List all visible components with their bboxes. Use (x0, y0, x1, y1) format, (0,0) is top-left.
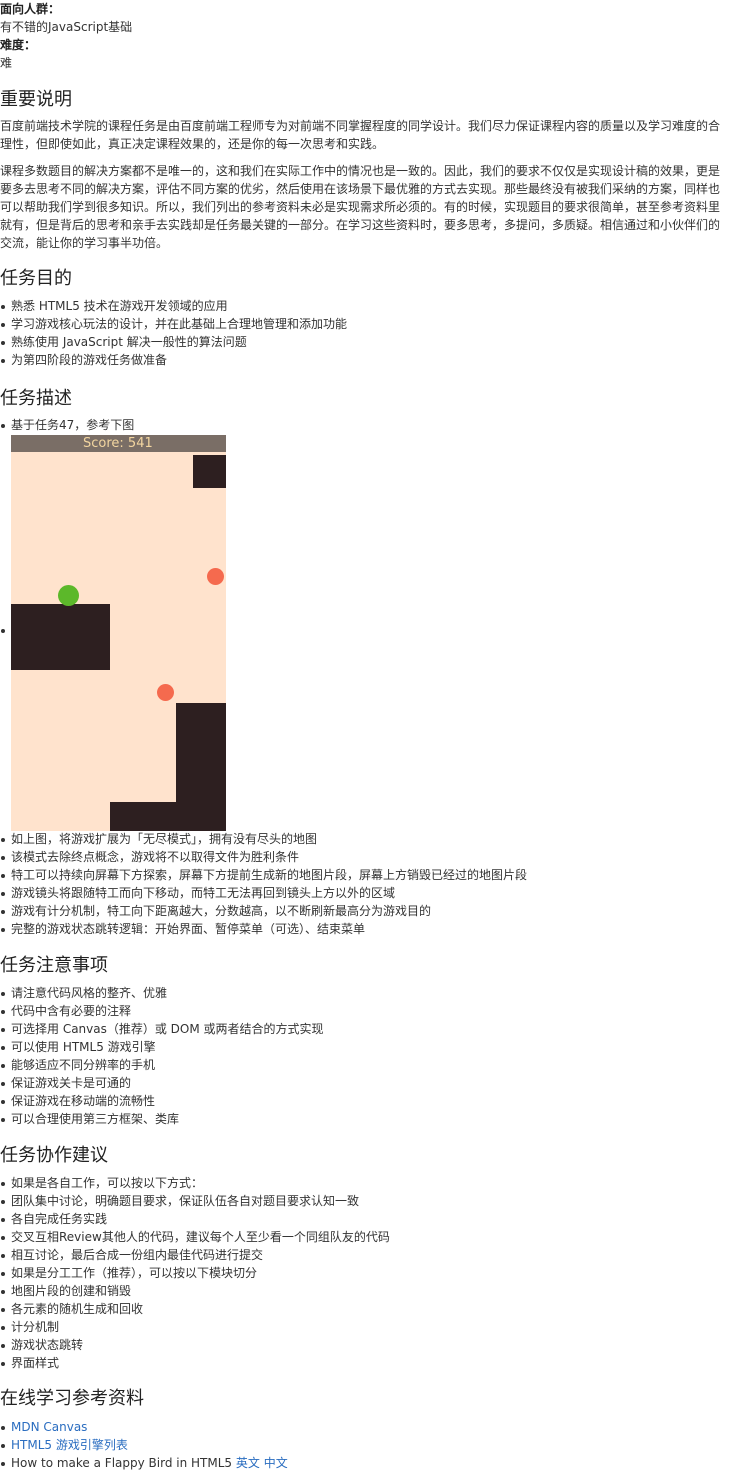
list-item: 保证游戏在移动端的流畅性 (0, 1092, 752, 1110)
task-page: 面向人群： 有不错的JavaScript基础 难度： 难 重要说明 百度前端技术… (0, 0, 752, 1472)
desc-section: 任务描述 (0, 388, 752, 410)
audience-value: 有不错的JavaScript基础 (0, 20, 133, 34)
text-line: 理性，但即使如此，真正决定课程效果的，还是你的每一次思考和实践。 (0, 137, 385, 151)
list-item: 熟练使用 JavaScript 解决一般性的算法问题 (0, 333, 752, 351)
list-item: 计分机制 (0, 1318, 752, 1336)
list-item: How to make a Flappy Bird in HTML5 英文 中文 (0, 1454, 752, 1472)
refs-list: MDN Canvas HTML5 游戏引擎列表 How to make a Fl… (0, 1418, 752, 1472)
flappy-bird-text: How to make a Flappy Bird in HTML5 (11, 1456, 236, 1470)
list-item: 各元素的随机生成和回收 (0, 1300, 752, 1318)
important-paragraph-1: 百度前端技术学院的课程任务是由百度前端工程师专为对前端不同掌握程度的同学设计。我… (0, 117, 752, 153)
wall-block (11, 604, 110, 670)
list-item: 交叉互相Review其他人的代码，建议每个人至少看一个同组队友的代码 (0, 1228, 752, 1246)
list-item: 基于任务47，参考下图 (0, 416, 752, 434)
important-section: 重要说明 (0, 89, 752, 111)
desc-list: 如上图，将游戏扩展为「无尽模式」，拥有没有尽头的地图 该模式去除终点概念，游戏将… (0, 830, 752, 938)
desc-title: 任务描述 (0, 388, 72, 409)
text-line: 就有，但是背后的思考和亲手去实践却是任务最关键的一部分。在学习这些资料时，要多思… (0, 218, 721, 232)
list-item: 相互讨论，最后合成一份组内最佳代码进行提交 (0, 1246, 752, 1264)
list-item: 代码中含有必要的注释 (0, 1002, 752, 1020)
notes-section: 任务注意事项 (0, 955, 752, 977)
notes-title: 任务注意事项 (0, 955, 108, 976)
collab-title: 任务协作建议 (0, 1145, 108, 1166)
list-item: 特工可以持续向屏幕下方探索，屏幕下方提前生成新的地图片段，屏幕上方销毁已经过的地… (0, 866, 752, 884)
goals-list: 熟悉 HTML5 技术在游戏开发领域的应用 学习游戏核心玩法的设计，并在此基础上… (0, 297, 752, 369)
chinese-link[interactable]: 中文 (264, 1456, 288, 1470)
list-item: MDN Canvas (0, 1418, 752, 1436)
goals-section: 任务目的 (0, 268, 752, 290)
game-engine-list-link[interactable]: HTML5 游戏引擎列表 (11, 1438, 128, 1452)
game-screenshot: Score: 541 (11, 435, 226, 831)
notes-list: 请注意代码风格的整齐、优雅 代码中含有必要的注释 可选择用 Canvas（推荐）… (0, 984, 752, 1128)
difficulty-label: 难度： (0, 38, 37, 52)
list-item: 地图片段的创建和销毁 (0, 1282, 752, 1300)
list-item: 能够适应不同分辨率的手机 (0, 1056, 752, 1074)
list-item: 游戏状态跳转 (0, 1336, 752, 1354)
desc-first-list: 基于任务47，参考下图 (0, 416, 752, 434)
text-line: 百度前端技术学院的课程任务是由百度前端工程师专为对前端不同掌握程度的同学设计。我… (0, 119, 721, 133)
list-item: 熟悉 HTML5 技术在游戏开发领域的应用 (0, 297, 752, 315)
list-item: 如果是各自工作，可以按以下方式： (0, 1174, 752, 1192)
list-item: 游戏有计分机制，特工向下距离越大，分数越高，以不断刷新最高分为游戏目的 (0, 902, 752, 920)
list-item: 完整的游戏状态跳转逻辑：开始界面、暂停菜单（可选）、结束菜单 (0, 920, 752, 938)
important-paragraph-2: 课程多数题目的解决方案都不是唯一的，这和我们在实际工作中的情况也是一致的。因此，… (0, 162, 752, 252)
list-item: 团队集中讨论，明确题目要求，保证队伍各自对题目要求认知一致 (0, 1192, 752, 1210)
wall-block (110, 802, 176, 831)
text-line: 要多去思考不同的解决方案，评估不同方案的优劣，然后使用在该场景下最优雅的方式去实… (0, 182, 721, 196)
wall-block (176, 703, 226, 831)
list-item: 各自完成任务实践 (0, 1210, 752, 1228)
list-item: 该模式去除终点概念，游戏将不以取得文件为胜利条件 (0, 848, 752, 866)
goals-title: 任务目的 (0, 268, 72, 289)
list-item: 游戏镜头将跟随特工而向下移动，而特工无法再回到镜头上方以外的区域 (0, 884, 752, 902)
collab-list: 如果是各自工作，可以按以下方式： 团队集中讨论，明确题目要求，保证队伍各自对题目… (0, 1174, 752, 1372)
collab-section: 任务协作建议 (0, 1145, 752, 1167)
mdn-canvas-link[interactable]: MDN Canvas (11, 1420, 87, 1434)
list-item: 如上图，将游戏扩展为「无尽模式」，拥有没有尽头的地图 (0, 830, 752, 848)
image-bullet (1, 629, 5, 633)
list-item: 可以使用 HTML5 游戏引擎 (0, 1038, 752, 1056)
list-item: 可以合理使用第三方框架、类库 (0, 1110, 752, 1128)
enemy-dot (207, 568, 224, 585)
text-line: 交流，能让你的学习事半功倍。 (0, 236, 169, 250)
english-link[interactable]: 英文 (236, 1456, 260, 1470)
player-dot (58, 585, 79, 606)
list-item: 保证游戏关卡是可通的 (0, 1074, 752, 1092)
audience-label: 面向人群： (0, 2, 61, 16)
list-item: 可选择用 Canvas（推荐）或 DOM 或两者结合的方式实现 (0, 1020, 752, 1038)
list-item: 为第四阶段的游戏任务做准备 (0, 351, 752, 369)
wall-block (193, 455, 226, 488)
difficulty-value: 难 (0, 56, 13, 70)
refs-title: 在线学习参考资料 (0, 1388, 144, 1409)
list-item: 请注意代码风格的整齐、优雅 (0, 984, 752, 1002)
refs-section: 在线学习参考资料 (0, 1388, 752, 1410)
list-item: HTML5 游戏引擎列表 (0, 1436, 752, 1454)
list-item: 学习游戏核心玩法的设计，并在此基础上合理地管理和添加功能 (0, 315, 752, 333)
score-text: Score: 541 (83, 436, 153, 451)
enemy-dot (157, 684, 174, 701)
important-title: 重要说明 (0, 89, 72, 110)
list-item: 如果是分工工作（推荐），可以按以下模块切分 (0, 1264, 752, 1282)
list-item: 界面样式 (0, 1354, 752, 1372)
text-line: 课程多数题目的解决方案都不是唯一的，这和我们在实际工作中的情况也是一致的。因此，… (0, 164, 721, 178)
text-line: 可以帮助我们学到很多知识。所以，我们列出的参考资料未必是实现需求所必须的。有的时… (0, 200, 721, 214)
meta-section: 面向人群： 有不错的JavaScript基础 难度： 难 (0, 0, 752, 72)
